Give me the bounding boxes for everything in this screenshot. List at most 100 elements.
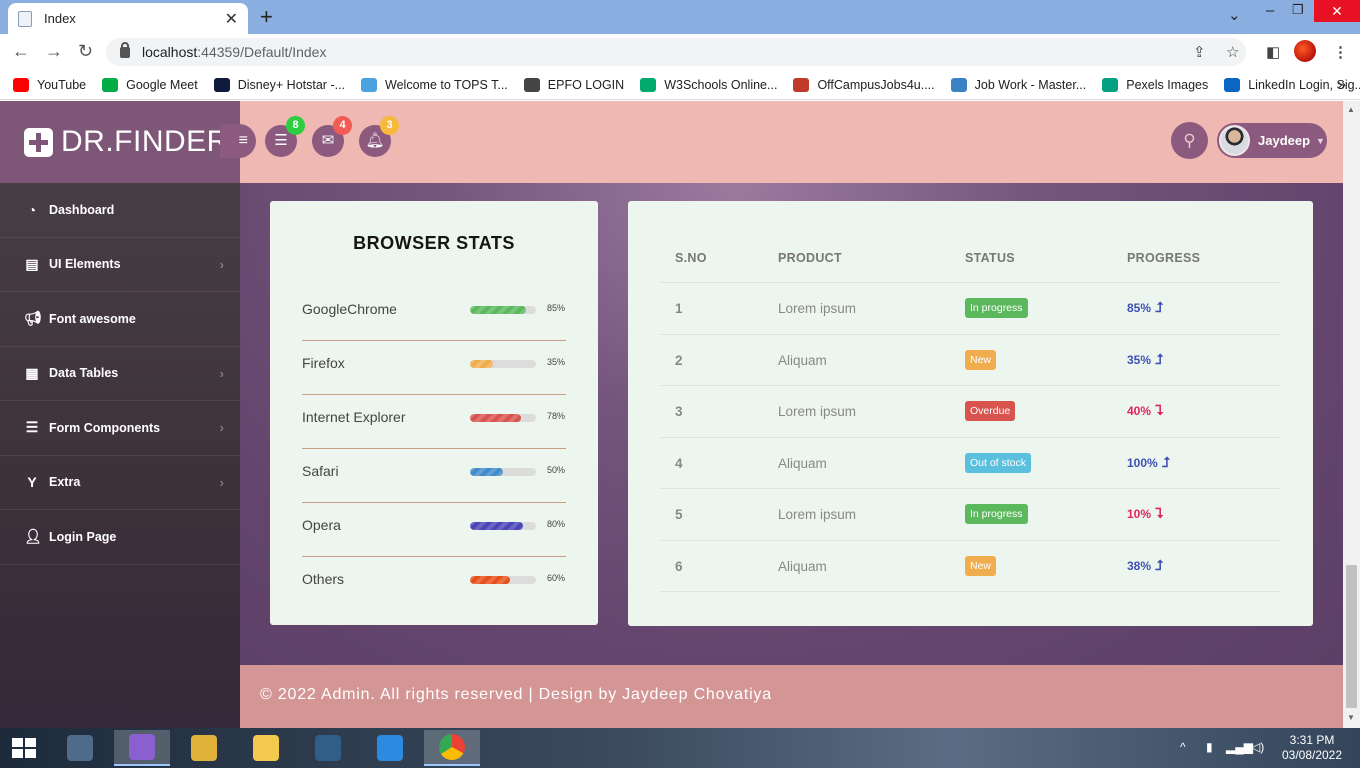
system-clock[interactable]: 3:31 PM 03/08/2022 — [1276, 733, 1348, 763]
header-sno: S.NO — [675, 251, 707, 265]
sidebar-item-ui-elements[interactable]: ▤ UI Elements › — [0, 238, 240, 292]
row-product: Lorem ipsum — [778, 404, 857, 419]
windows-start-icon[interactable] — [12, 738, 38, 760]
header-progress: PROGRESS — [1127, 251, 1201, 265]
bookmark-favicon-icon — [950, 77, 967, 92]
row-sno: 3 — [675, 404, 683, 419]
app-viewport: DR.FINDER ◔ Dashboard ▤ UI Elements › 📢︎ Font … — [0, 101, 1343, 728]
mysql-workbench-app-icon[interactable] — [300, 730, 356, 766]
sidebar-item-data-tables[interactable]: ▦ Data Tables › — [0, 347, 240, 401]
page-scrollbar[interactable]: ▲ ▼ — [1343, 101, 1360, 728]
sidebar-item-extra[interactable]: Y Extra › — [0, 456, 240, 510]
status-badge: In progress — [965, 504, 1028, 524]
brand[interactable]: DR.FINDER — [0, 101, 240, 183]
row-sno: 1 — [675, 301, 683, 316]
messages-button[interactable]: ☰ 8 — [265, 116, 305, 157]
bookmark-item[interactable]: Job Work - Master... — [950, 77, 1086, 92]
status-badge: Out of stock — [965, 452, 1032, 473]
progress-fill — [470, 576, 510, 584]
scrollbar-thumb[interactable] — [1346, 565, 1357, 708]
tab-search-chevron-icon[interactable]: ⌄ — [1228, 6, 1241, 24]
bookmark-item[interactable]: YouTube — [13, 77, 87, 92]
notifications-button[interactable]: 🔔︎ 3 — [359, 116, 399, 157]
mail-button[interactable]: ✉ 4 — [312, 116, 352, 157]
bookmark-favicon-icon — [793, 77, 810, 92]
browser-name: Firefox — [302, 355, 345, 371]
url-host: localhost — [142, 44, 198, 60]
vscode-app-icon[interactable] — [362, 730, 418, 766]
sidebar-item-login-page[interactable]: 👤︎ Login Page — [0, 510, 240, 565]
chevron-right-icon: › — [219, 420, 224, 436]
progress-fill — [470, 306, 527, 314]
bookmark-item[interactable]: Pexels Images — [1102, 77, 1209, 92]
search-icon: ⚲ — [1183, 131, 1196, 150]
visual-studio-app-icon[interactable] — [114, 730, 170, 766]
tab-close-icon[interactable]: ✕ — [225, 9, 238, 29]
chevron-right-icon: › — [219, 365, 224, 381]
row-sno: 2 — [675, 352, 683, 368]
calculator-app-icon[interactable] — [52, 730, 108, 766]
sidebar-item-form-components[interactable]: ☰ Form Components › — [0, 401, 240, 456]
browser-name: Safari — [302, 463, 339, 479]
window-close-icon[interactable]: ✕ — [1314, 0, 1360, 22]
minimize-icon[interactable]: – — [1266, 2, 1274, 19]
caret-down-icon: ▼ — [1316, 135, 1325, 146]
status-badge: Overdue — [965, 401, 1016, 421]
menu-kebab-icon[interactable]: ⋮ — [1333, 43, 1348, 61]
menu-toggle-icon[interactable]: ≡ — [220, 124, 256, 158]
scroll-up-icon[interactable]: ▲ — [1347, 105, 1355, 114]
network-icon[interactable]: ▂▄▆ — [1226, 740, 1253, 754]
restore-icon[interactable]: ❐ — [1292, 2, 1304, 18]
bookmark-label: Welcome to TOPS T... — [385, 77, 508, 92]
sidebar-item-label: Extra — [49, 475, 81, 490]
bookmark-item[interactable]: Google Meet — [102, 77, 198, 92]
page-favicon-icon — [18, 10, 32, 27]
url-field[interactable]: localhost:44359/Default/Index — [106, 38, 1246, 66]
new-tab-icon[interactable]: + — [260, 4, 273, 30]
browser-tab[interactable]: Index ✕ — [8, 3, 248, 34]
progress-bar — [470, 468, 536, 476]
bookmark-label: YouTube — [37, 77, 87, 92]
table-row: 2 Aliquam New 35% ⮥ — [660, 335, 1280, 386]
bookmark-item[interactable]: Welcome to TOPS T... — [361, 77, 508, 92]
bookmark-star-icon[interactable]: ☆ — [1226, 43, 1239, 61]
progress-fill — [470, 522, 523, 530]
sidebar-nav: ◔ Dashboard ▤ UI Elements › 📢︎ Font awesome ▦ Da… — [0, 183, 240, 565]
source-control-app-icon[interactable] — [176, 730, 232, 766]
avatar — [1219, 125, 1250, 156]
search-button[interactable]: ⚲ — [1171, 122, 1208, 159]
progress-fill — [470, 468, 503, 476]
file-explorer-app-icon[interactable] — [238, 730, 294, 766]
back-icon[interactable]: ← — [12, 41, 30, 62]
share-icon[interactable]: ⇪ — [1193, 43, 1206, 61]
tray-overflow-icon[interactable]: ^ — [1180, 740, 1186, 754]
browser-percent: 35% — [547, 357, 566, 367]
forward-icon[interactable]: → — [45, 41, 63, 62]
sidebar-item-font-awesome[interactable]: 📢︎ Font awesome — [0, 292, 240, 347]
side-panel-icon[interactable]: ◧ — [1266, 43, 1280, 61]
row-product: Lorem ipsum — [778, 301, 857, 316]
top-header: ≡ ☰ 8 ✉ 4 🔔︎ 3 ⚲ Jaydeep ▼ — [220, 101, 1343, 183]
user-menu[interactable]: Jaydeep ▼ — [1217, 123, 1327, 158]
table-row: 1 Lorem ipsum In progress 85% ⮥ — [660, 283, 1280, 335]
bookmark-label: Pexels Images — [1126, 77, 1209, 92]
scroll-down-icon[interactable]: ▼ — [1347, 713, 1355, 722]
bookmarks-overflow-icon[interactable]: » — [1338, 76, 1346, 93]
reload-icon[interactable]: ↻ — [78, 41, 93, 62]
row-sno: 6 — [675, 558, 683, 574]
profile-avatar-icon[interactable] — [1294, 40, 1316, 62]
arrow-down-icon: ⮧ — [1155, 402, 1164, 418]
progress-fill — [470, 414, 522, 422]
volume-icon[interactable]: ◁) — [1251, 740, 1264, 754]
bookmark-item[interactable]: EPFO LOGIN — [523, 77, 624, 92]
bookmark-item[interactable]: Disney+ Hotstar -... — [213, 77, 345, 92]
clock-time: 3:31 PM — [1289, 733, 1335, 747]
browser-stat-row: Opera 80% — [302, 503, 566, 557]
sidebar-item-dashboard[interactable]: ◔ Dashboard — [0, 183, 240, 238]
chrome-app-icon[interactable] — [424, 730, 480, 766]
bookmark-item[interactable]: OffCampusJobs4u.... — [793, 77, 935, 92]
bookmark-item[interactable]: W3Schools Online... — [640, 77, 777, 92]
bell-icon: 🔔︎ — [365, 132, 385, 149]
battery-icon[interactable]: ▮ — [1206, 740, 1213, 754]
browser-stats-title: BROWSER STATS — [353, 233, 515, 253]
